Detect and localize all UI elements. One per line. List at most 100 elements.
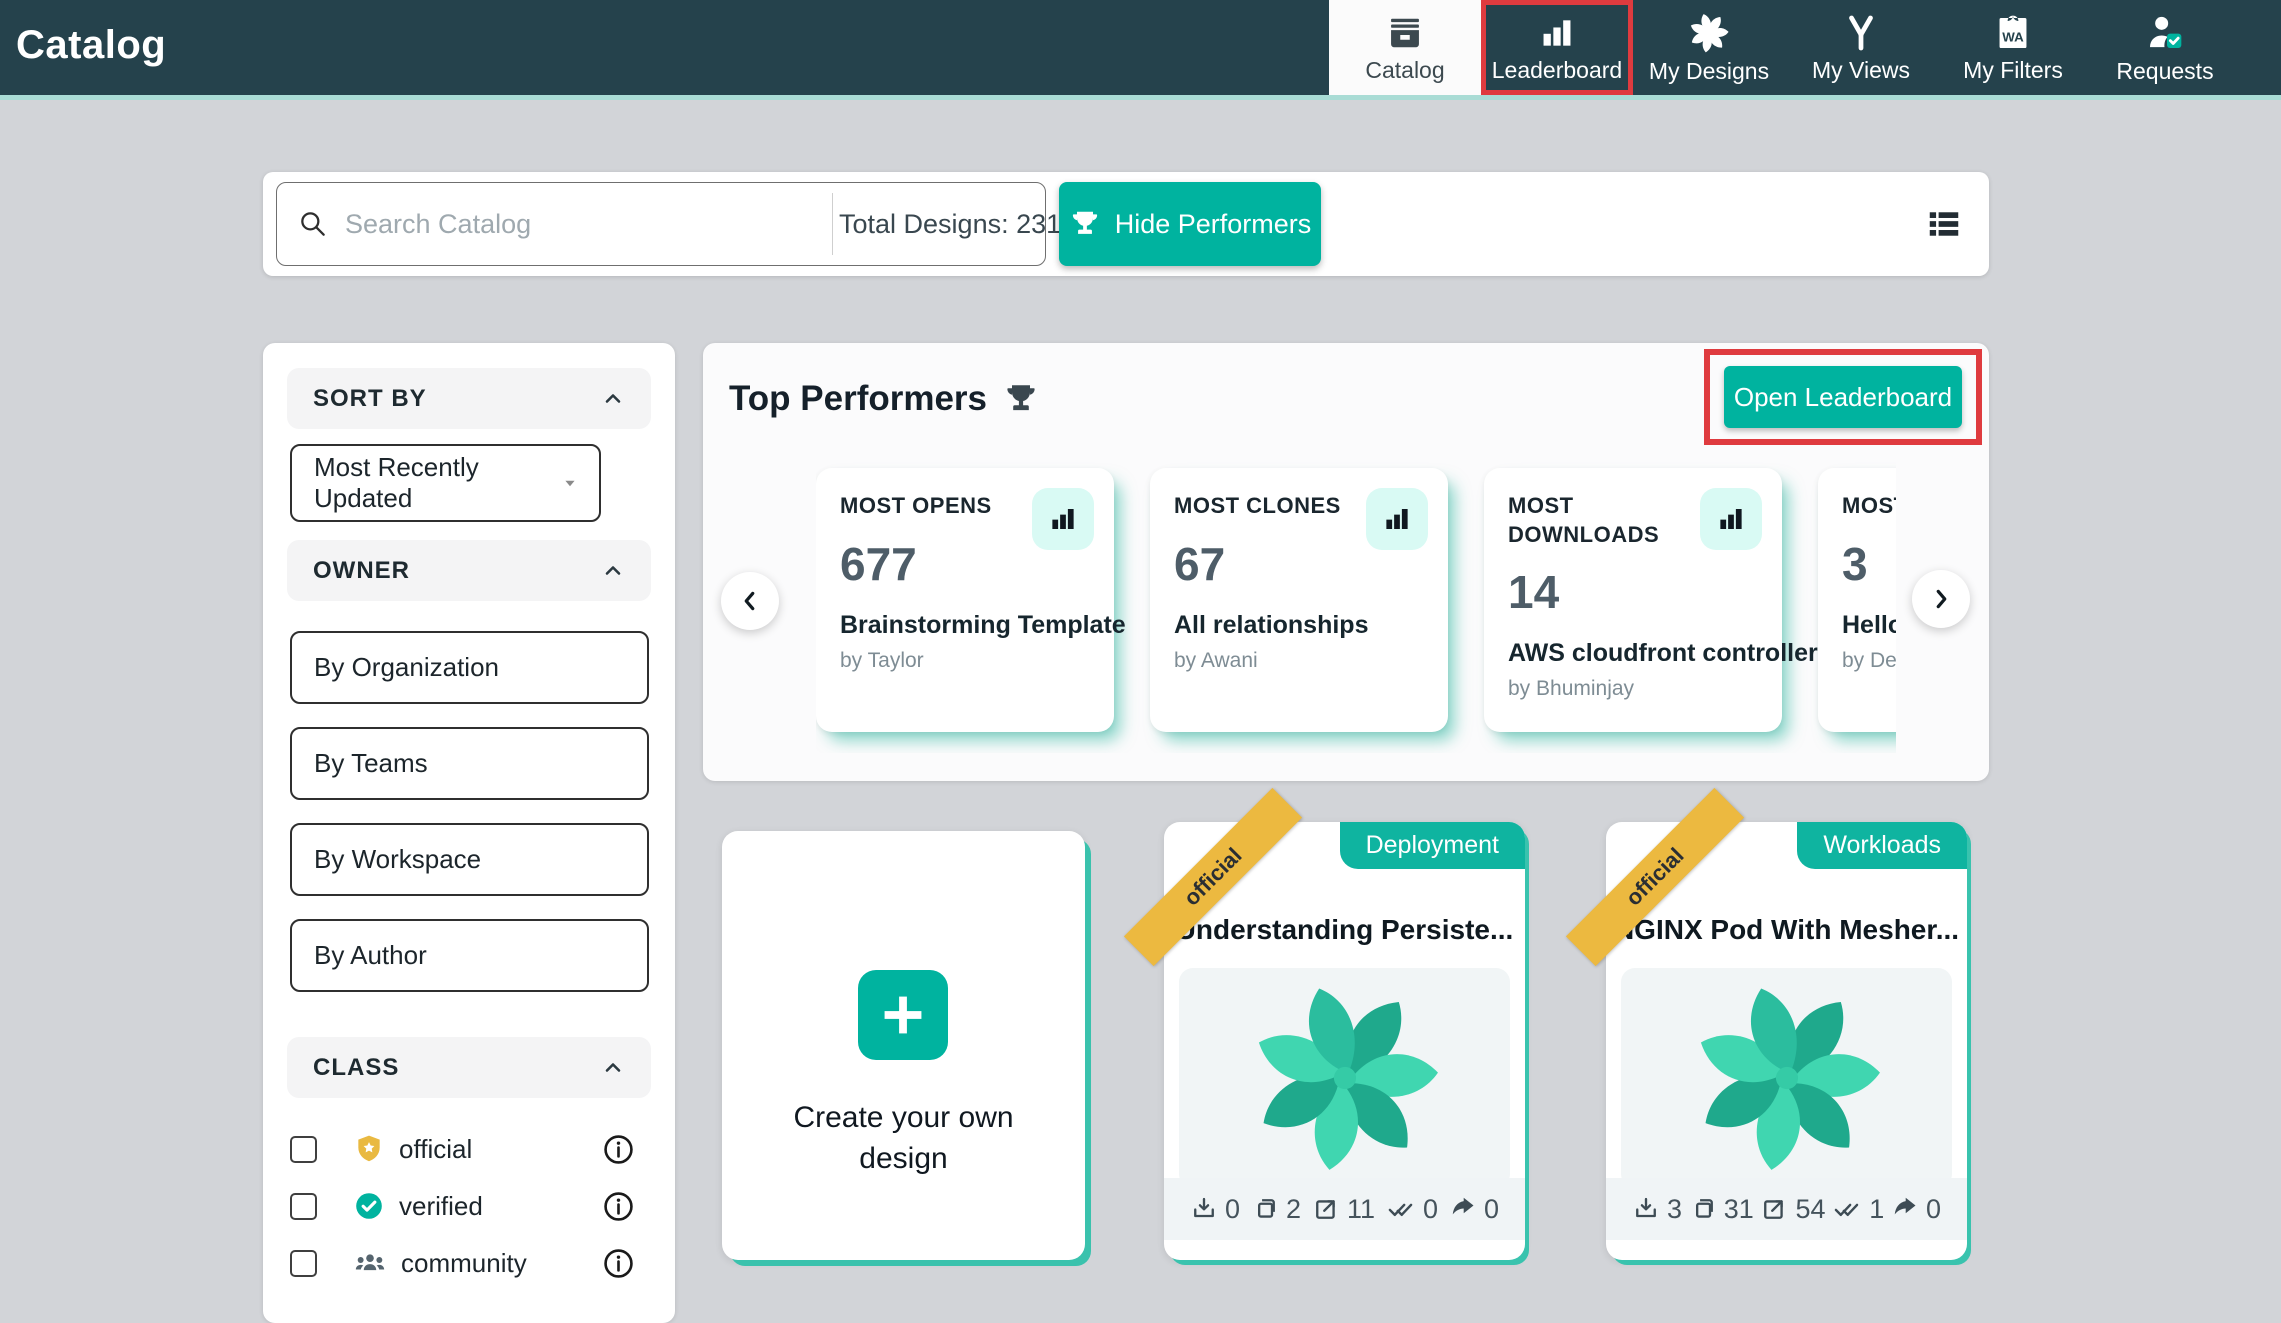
verified-checkbox[interactable] [290,1193,317,1220]
community-checkbox[interactable] [290,1250,317,1277]
performer-card-most-downloads[interactable]: MOST DOWNLOADS 14 AWS cloudfront control… [1484,468,1782,732]
performer-card-most-opens[interactable]: MOST OPENS 677 Brainstorming Template by… [816,468,1114,732]
meshery-spiral-logo [1692,983,1882,1173]
create-design-label: Create your own design [722,1097,1085,1180]
share-icon [1449,1195,1477,1223]
caret-down-icon [559,472,581,494]
hide-performers-button[interactable]: Hide Performers [1059,182,1321,266]
shares-stat[interactable]: 0 [1891,1194,1941,1225]
top-performers-panel: Top Performers Open Leaderboard MOST OPE… [703,343,1989,781]
community-info-icon[interactable] [602,1247,635,1280]
nav-items: Catalog Leaderboard [1329,0,2241,95]
design-title: Understanding Persiste... [1164,914,1525,946]
total-designs-count: Total Designs: 231 [833,209,1045,240]
design-name: Brainstorming Template [840,611,1090,640]
performer-card-clipped[interactable]: MOST 3 Hello by De [1818,468,1896,732]
design-name: AWS cloudfront controller [1508,639,1758,668]
kanvas-y-icon [1842,14,1880,52]
bar-chart-icon [1048,504,1078,534]
owner-title: OWNER [313,557,410,585]
chevron-up-icon [601,1056,625,1080]
page-title: Catalog [16,23,166,68]
design-preview [1621,968,1952,1188]
opens-stat[interactable]: 54 [1760,1194,1825,1225]
metric-label: MOST CLONES [1174,492,1350,521]
download-icon [1632,1195,1660,1223]
class-option-community: community [263,1241,675,1285]
sort-by-title: SORT BY [313,385,427,413]
downloads-stat[interactable]: 0 [1190,1194,1240,1225]
deploy-check-icon [1832,1195,1862,1223]
bar-chart-icon [1538,14,1576,52]
filter-by-teams-button[interactable]: By Teams [290,727,649,800]
downloads-stat[interactable]: 3 [1632,1194,1682,1225]
nav-item-leaderboard[interactable]: Leaderboard [1481,0,1633,95]
chevron-up-icon [601,387,625,411]
metric-label: MOST DOWNLOADS [1508,492,1684,549]
view-list-toggle-button[interactable] [1925,205,1963,243]
design-title: NGINX Pod With Mesher... [1606,914,1967,946]
class-option-official: official [263,1127,675,1171]
clone-icon [1251,1195,1279,1223]
archive-icon [1386,14,1424,52]
clones-stat[interactable]: 2 [1251,1194,1301,1225]
open-leaderboard-button[interactable]: Open Leaderboard [1724,366,1962,428]
create-design-card[interactable]: Create your own design [722,831,1085,1260]
top-navbar: Catalog Catalog Leaderboard [0,0,2281,100]
owner-section-header[interactable]: OWNER [287,540,651,601]
sort-order-select[interactable]: Most Recently Updated [290,444,601,522]
svg-text:WA: WA [2002,29,2024,44]
download-icon [1190,1195,1218,1223]
shares-stat[interactable]: 0 [1449,1194,1499,1225]
nav-item-my-filters[interactable]: WA My Filters [1937,0,2089,95]
search-icon [297,208,329,240]
metric-label: MOST [1842,492,1896,521]
design-card[interactable]: official Deployment Understanding Persis… [1164,822,1525,1260]
nav-item-requests[interactable]: Requests [2089,0,2241,95]
nav-item-label: Catalog [1365,59,1444,82]
list-view-icon [1925,205,1963,243]
opens-stat[interactable]: 11 [1312,1194,1375,1225]
nav-item-label: My Designs [1649,60,1769,83]
filter-by-organization-button[interactable]: By Organization [290,631,649,704]
carousel-next-button[interactable] [1912,570,1970,628]
nav-item-catalog[interactable]: Catalog [1329,0,1481,95]
nav-item-label: My Views [1812,59,1910,82]
design-card[interactable]: official Workloads NGINX Pod With Mesher… [1606,822,1967,1260]
nav-item-label: Requests [2116,60,2213,83]
community-people-icon [353,1246,387,1280]
class-option-verified: verified [263,1184,675,1228]
design-author: by Bhuminjay [1508,677,1758,701]
deployments-stat[interactable]: 0 [1386,1194,1438,1225]
search-input[interactable] [343,208,832,241]
chart-chip [1700,488,1762,550]
top-performers-title: Top Performers [729,379,987,419]
carousel-prev-button[interactable] [721,572,779,630]
official-checkbox[interactable] [290,1136,317,1163]
bar-chart-icon [1382,504,1412,534]
official-info-icon[interactable] [602,1133,635,1166]
sort-order-value: Most Recently Updated [314,452,559,514]
nav-item-label: Leaderboard [1492,59,1622,82]
nav-item-my-views[interactable]: My Views [1785,0,1937,95]
deployments-stat[interactable]: 1 [1832,1194,1884,1225]
metric-value: 14 [1508,565,1758,619]
verified-info-icon[interactable] [602,1190,635,1223]
sort-by-section-header[interactable]: SORT BY [287,368,651,429]
metric-label: MOST OPENS [840,492,1016,521]
metric-value: 3 [1842,537,1896,591]
design-author: by Taylor [840,649,1090,673]
class-section-header[interactable]: CLASS [287,1037,651,1098]
toolbar-panel: Total Designs: 231 Hide Performers [263,172,1989,276]
search-box: Total Designs: 231 [276,182,1046,266]
clone-icon [1689,1195,1717,1223]
bar-chart-icon [1716,504,1746,534]
clones-stat[interactable]: 31 [1689,1194,1754,1225]
filter-by-author-button[interactable]: By Author [290,919,649,992]
meshery-spiral-logo [1250,983,1440,1173]
performer-card-most-clones[interactable]: MOST CLONES 67 All relationships by Awan… [1150,468,1448,732]
filter-by-workspace-button[interactable]: By Workspace [290,823,649,896]
design-author: by De [1842,649,1896,673]
nav-item-my-designs[interactable]: My Designs [1633,0,1785,95]
design-preview [1179,968,1510,1188]
